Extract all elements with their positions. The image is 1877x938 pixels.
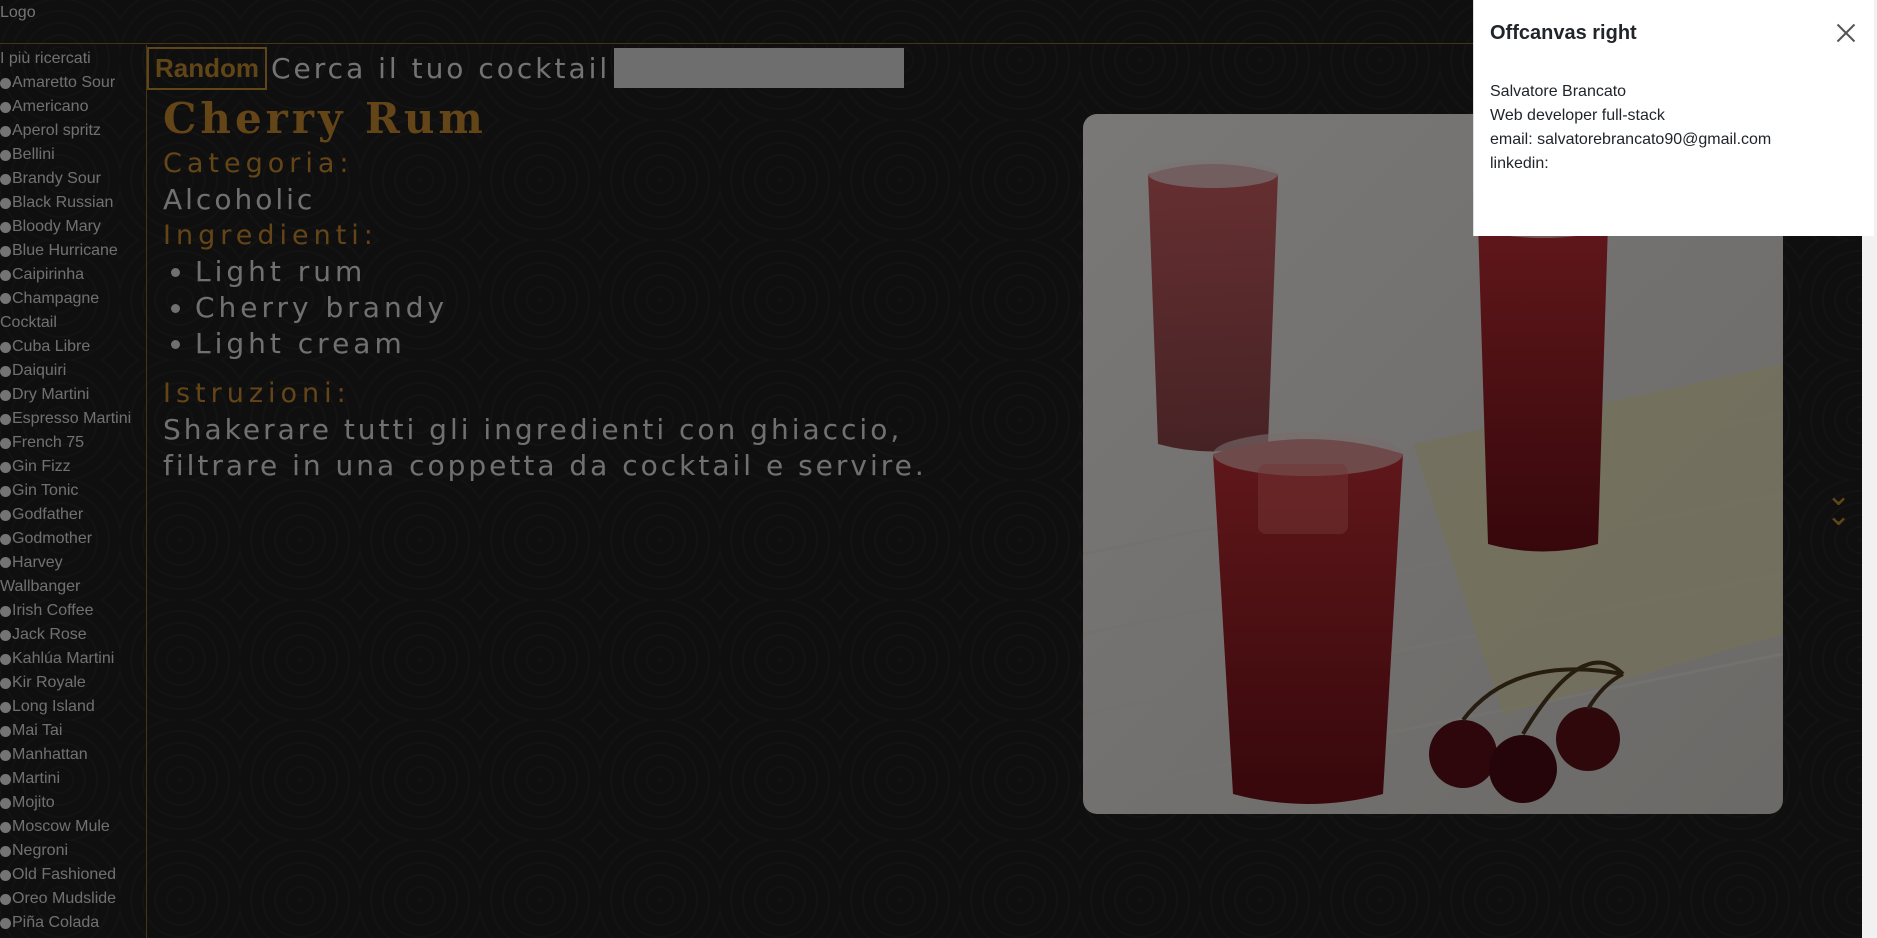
author-email[interactable]: email: salvatorebrancato90@gmail.com: [1490, 128, 1858, 152]
author-role: Web developer full-stack: [1490, 107, 1665, 124]
close-icon[interactable]: [1834, 21, 1858, 45]
author-name: Salvatore Brancato: [1490, 83, 1627, 100]
offcanvas-header: Offcanvas right: [1474, 0, 1874, 48]
author-linkedin[interactable]: linkedin:: [1490, 152, 1858, 176]
offcanvas-panel: Offcanvas right Salvatore Brancato Web d…: [1473, 0, 1874, 236]
offcanvas-body: Salvatore Brancato Web developer full-st…: [1474, 48, 1874, 176]
offcanvas-title: Offcanvas right: [1490, 21, 1637, 44]
